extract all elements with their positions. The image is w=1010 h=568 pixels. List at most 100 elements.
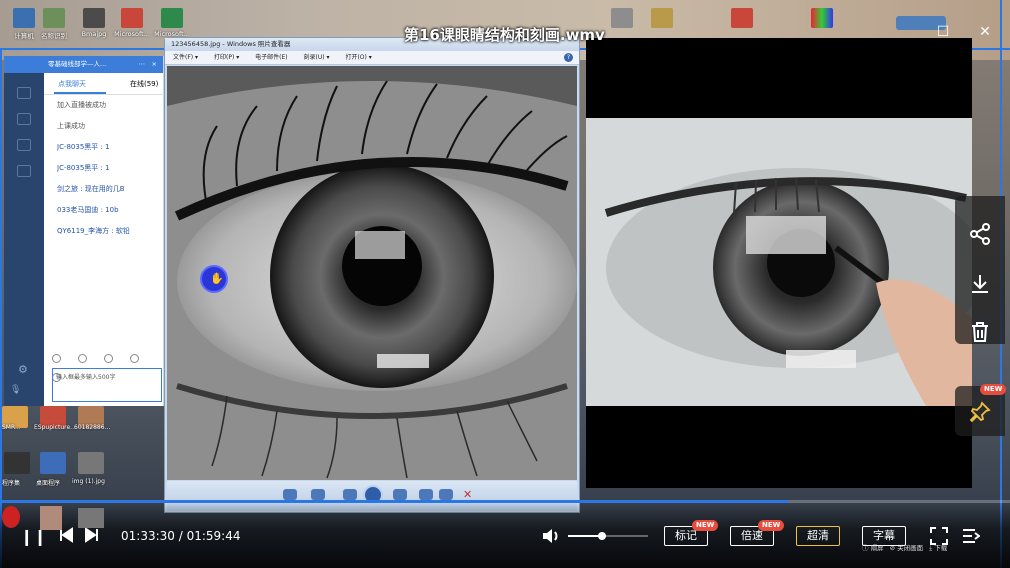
- desktop-icon-label: 桌面程序: [36, 480, 61, 487]
- desktop-icon-label: Bmajpg: [81, 30, 107, 38]
- desktop-icon-label: Microsoft...: [114, 30, 150, 38]
- frame-line-left: [0, 48, 2, 568]
- screen-icon[interactable]: [17, 139, 31, 151]
- emoji-icon[interactable]: [52, 354, 61, 363]
- chat-message: 上课成功: [57, 122, 85, 130]
- desktop-icon-bottom[interactable]: [78, 452, 104, 474]
- chart-icon[interactable]: [17, 87, 31, 99]
- chat-message: JC-8035黑平 : 1: [57, 164, 110, 172]
- desktop-icon-4[interactable]: Microsoft...: [110, 8, 154, 38]
- status-item[interactable]: ⊘ 关闭画面: [890, 544, 924, 552]
- status-item[interactable]: ⓘ 隔屏: [862, 544, 884, 552]
- avatar[interactable]: [2, 506, 20, 528]
- screen: 计算机 名称识别 Bmajpg Microsoft... Microsoft..…: [0, 0, 1010, 568]
- file-icon: [611, 8, 633, 28]
- fit-icon[interactable]: [311, 489, 325, 500]
- hand-cursor-icon: ✋: [210, 272, 224, 285]
- tab-chat[interactable]: 点我聊天: [58, 79, 86, 89]
- video-title: 第16课眼睛结构和刻画.wmv: [404, 26, 605, 44]
- menu-open[interactable]: 打开(O) ▾: [345, 54, 371, 61]
- volume-slider[interactable]: [568, 532, 648, 540]
- volume-icon[interactable]: [541, 527, 561, 549]
- total-time: 01:59:44: [186, 529, 241, 543]
- desktop-icon-6[interactable]: [600, 8, 644, 30]
- app-icon: [43, 8, 65, 28]
- desktop-icon-9[interactable]: [800, 8, 844, 30]
- chat-toolbar: [52, 348, 164, 382]
- chat-sidebar: ⚙ 🎙: [4, 73, 44, 406]
- chat-messages: 加入直播被成功 上课成功 JC-8035黑平 : 1 JC-8035黑平 : 1…: [57, 100, 162, 247]
- drawing-video: [586, 38, 972, 488]
- desktop-icon-bottom[interactable]: [4, 452, 30, 474]
- next-icon[interactable]: [84, 527, 100, 547]
- chat-message: JC-8035黑平 : 1: [57, 143, 110, 151]
- document-icon: [121, 8, 143, 28]
- desktop-icon-label: SMR...: [2, 424, 21, 431]
- close-icon[interactable]: ×: [152, 56, 157, 73]
- share-icon[interactable]: ⋯: [139, 56, 146, 73]
- pin-icon: [969, 401, 991, 423]
- doc-icon[interactable]: [17, 113, 31, 125]
- chat-header-title: 零基础线部学—人...: [48, 60, 107, 68]
- trash-icon[interactable]: [968, 320, 992, 344]
- close-icon[interactable]: ✕: [976, 24, 994, 40]
- browser-icon: [811, 8, 833, 28]
- image-thumb[interactable]: [78, 508, 104, 528]
- desktop-icon-label: 计算机: [14, 32, 34, 40]
- tab-underline: [54, 92, 106, 94]
- next-icon[interactable]: [393, 489, 407, 500]
- pin-new-badge: NEW: [980, 384, 1007, 395]
- desktop-icon-label: ESpupicture...: [34, 424, 76, 431]
- desktop-icon-bottom[interactable]: [40, 452, 66, 474]
- share-icon[interactable]: [968, 222, 992, 246]
- tab-online[interactable]: 在线(59): [130, 79, 158, 89]
- avatar[interactable]: [40, 506, 62, 530]
- chat-tabs: 点我聊天 在线(59): [44, 73, 164, 95]
- chat-header: 零基础线部学—人... ⋯ ×: [4, 56, 163, 73]
- download-icon[interactable]: [968, 272, 992, 296]
- speed-new-badge: NEW: [758, 520, 785, 531]
- desktop-icon-label: 程序集: [2, 480, 21, 487]
- maximize-icon[interactable]: ☐: [934, 24, 952, 40]
- rotate-right-icon[interactable]: [439, 489, 453, 500]
- share-icon[interactable]: [130, 354, 140, 363]
- current-time: 01:33:30: [121, 529, 175, 543]
- menu-print[interactable]: 打印(P) ▾: [214, 54, 239, 61]
- previous-icon[interactable]: [58, 527, 74, 547]
- chat-message: 加入直播被成功: [57, 101, 106, 109]
- zoom-icon[interactable]: [283, 489, 297, 500]
- desktop-icon-label: 名称识别: [41, 32, 67, 40]
- status-item[interactable]: ⤓ 下载: [929, 544, 947, 552]
- rotate-left-icon[interactable]: [419, 489, 433, 500]
- desktop-icon-2[interactable]: 名称识别: [32, 8, 76, 40]
- menu-burn[interactable]: 刻录(U) ▾: [304, 54, 330, 61]
- previous-icon[interactable]: [343, 489, 357, 500]
- mic-icon[interactable]: 🎙: [10, 385, 21, 395]
- eye-photo: [167, 66, 577, 480]
- chat-panel: 零基础线部学—人... ⋯ × ⚙ 🎙 点我聊天 在线(59) 加入直播被成功 …: [4, 56, 164, 406]
- pencil-eye-drawing: [586, 118, 972, 406]
- spreadsheet-icon: [161, 8, 183, 28]
- quality-button[interactable]: 超清: [796, 526, 840, 546]
- chat-message: 033老马国迪 : 10b: [57, 206, 119, 214]
- image-icon[interactable]: [104, 354, 114, 363]
- time-display: 01:33:30 / 01:59:44: [121, 529, 241, 543]
- status-strip: ⓘ 隔屏 ⊘ 关闭画面 ⤓ 下载: [862, 542, 992, 555]
- help-icon[interactable]: ?: [564, 53, 573, 62]
- folder-icon: [651, 8, 673, 28]
- desktop-icon-5[interactable]: Microsoft...: [150, 8, 194, 38]
- menu-email[interactable]: 电子邮件(E): [255, 54, 287, 61]
- menu-file[interactable]: 文件(F) ▾: [173, 54, 198, 61]
- desktop-icon-8[interactable]: [720, 8, 764, 30]
- camera-icon[interactable]: [17, 165, 31, 177]
- time-separator: /: [178, 529, 187, 543]
- chat-message: 剑之旅 : 现在用的几B: [57, 185, 125, 193]
- scissors-icon[interactable]: [78, 354, 88, 363]
- volume-fill: [568, 535, 603, 537]
- chat-input[interactable]: 输入框最多输入500字: [52, 368, 162, 402]
- viewer-menubar: 文件(F) ▾ 打印(P) ▾ 电子邮件(E) 刻录(U) ▾ 打开(O) ▾ …: [165, 51, 579, 65]
- settings-icon[interactable]: ⚙: [18, 363, 28, 376]
- side-toolbar: [955, 196, 1005, 344]
- desktop-icon-7[interactable]: [640, 8, 684, 30]
- document-icon: [731, 8, 753, 28]
